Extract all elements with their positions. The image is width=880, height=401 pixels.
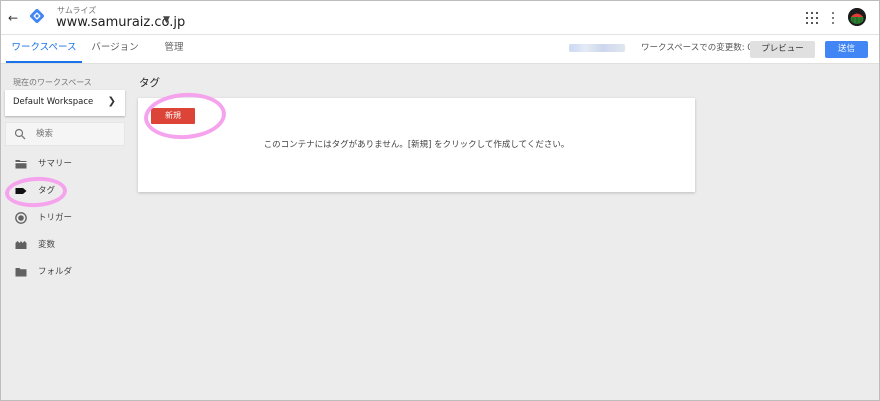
chevron-right-icon: ❯ — [107, 96, 116, 107]
watermelon-avatar-icon — [848, 8, 866, 26]
workspace-name: Default Workspace — [13, 97, 94, 107]
submit-button[interactable]: 送信 — [825, 41, 868, 58]
sidebar-item-variables[interactable]: 変数 — [5, 233, 125, 257]
sidebar-item-label: フォルダ — [38, 267, 73, 277]
preview-button[interactable]: プレビュー — [750, 41, 815, 58]
new-tag-button[interactable]: 新規 — [151, 108, 195, 124]
more-vert-icon[interactable] — [831, 11, 835, 25]
app-window: ← サムライズ www.samuraiz.co.jp ▼ ワークスペース バージ… — [0, 0, 880, 401]
sidebar-item-triggers[interactable]: トリガー — [5, 206, 125, 230]
sidebar-item-label: タグ — [38, 186, 56, 196]
page-title: タグ — [139, 77, 160, 89]
folder-icon — [15, 268, 27, 277]
sidebar-item-label: トリガー — [38, 213, 73, 223]
tab-workspace[interactable]: ワークスペース — [6, 35, 82, 63]
sidebar-item-tags[interactable]: タグ — [5, 179, 125, 203]
redacted-workspace-info — [569, 44, 625, 52]
tag-icon — [15, 188, 27, 194]
avatar[interactable] — [848, 8, 866, 26]
container-dropdown-icon[interactable]: ▼ — [163, 15, 170, 25]
tab-admin[interactable]: 管理 — [156, 35, 192, 63]
tag-manager-logo — [30, 9, 44, 23]
apps-grid-icon[interactable] — [806, 12, 818, 24]
sidebar-item-folders[interactable]: フォルダ — [5, 260, 125, 284]
variable-icon — [15, 241, 27, 249]
back-arrow-icon[interactable]: ← — [6, 10, 20, 26]
current-workspace-label: 現在のワークスペース — [13, 78, 92, 87]
search-input[interactable]: 検索 — [5, 122, 125, 146]
summary-icon — [15, 160, 27, 169]
workspace-changes-count: ワークスペースでの変更数: 0 — [641, 43, 753, 53]
workspace-tabbar: ワークスペース バージョン 管理 ワークスペースでの変更数: 0 プレビュー 送… — [1, 35, 879, 64]
sidebar-item-label: 変数 — [38, 240, 56, 250]
top-header: ← サムライズ www.samuraiz.co.jp ▼ — [1, 1, 879, 35]
empty-state-message: このコンテナにはタグがありません。[新規] をクリックして作成してください。 — [263, 140, 570, 150]
sidebar-item-summary[interactable]: サマリー — [5, 152, 125, 176]
search-placeholder: 検索 — [36, 129, 54, 139]
tags-card: 新規 このコンテナにはタグがありません。[新規] をクリックして作成してください… — [138, 98, 695, 192]
trigger-icon — [15, 212, 27, 224]
tab-versions[interactable]: バージョン — [89, 35, 141, 63]
search-icon — [14, 128, 26, 140]
workspace-selector[interactable]: Default Workspace ❯ — [5, 90, 125, 116]
sidebar-item-label: サマリー — [38, 159, 73, 169]
